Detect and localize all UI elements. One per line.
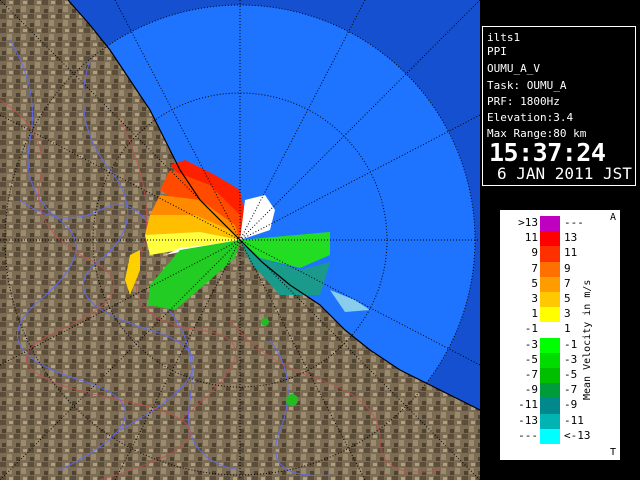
legend-label-right: --- (564, 216, 584, 229)
legend-swatch (540, 383, 560, 399)
legend-swatch (540, 307, 560, 323)
legend-bottom-marker: T (609, 447, 616, 458)
product-name: OUMU_A_V (487, 62, 540, 75)
legend-top-marker: A (609, 212, 616, 223)
legend-label-left: -5 (524, 352, 538, 366)
velocity-legend: >13 --- 11 13 9 11 7 9 5 7 3 5 1 3 -1 1 -3 -1 -5 -3 -7 -5 -9 -7… (500, 210, 620, 460)
legend-title: Mean Velocity in m/s (582, 279, 593, 400)
legend-label-left: >13 (518, 216, 538, 229)
legend-label-right: -1 (564, 337, 578, 351)
legend-label-left: 3 (531, 292, 538, 305)
legend-label-left: 1 (531, 307, 538, 321)
legend-label-left: 11 (524, 231, 538, 245)
legend-swatch (540, 322, 560, 338)
task-name: Task: OUMU_A (487, 79, 567, 92)
radar-map (0, 0, 480, 480)
legend-label-right: 1 (564, 322, 571, 336)
legend-label-right: 9 (564, 261, 571, 275)
radar-ppi-display[interactable] (0, 0, 480, 480)
legend-swatch (540, 216, 560, 232)
legend-label-right: 13 (564, 231, 578, 245)
scan-date: 6 JAN 2011 JST (497, 164, 632, 183)
legend-swatch (540, 413, 560, 430)
legend-label-right: 3 (564, 307, 571, 321)
legend-label-right: 5 (564, 292, 571, 305)
legend-swatch (540, 261, 560, 278)
site-name: ilts1 (487, 31, 521, 44)
legend-label-left: -9 (524, 383, 538, 397)
legend-label-right: -7 (564, 383, 578, 397)
legend-label-left: -7 (524, 368, 538, 381)
legend-label-right: -5 (564, 368, 578, 381)
legend-label-right: 11 (564, 246, 578, 260)
legend-label-left: -13 (518, 413, 538, 427)
prf-value: PRF: 1800Hz (487, 95, 560, 108)
legend-label-left: 7 (531, 261, 538, 275)
info-panel: ilts1 PPI OUMU_A_V Task: OUMU_A PRF: 180… (480, 0, 640, 480)
legend-swatch (540, 352, 560, 369)
elevation-value: Elevation:3.4 (487, 111, 574, 124)
legend-swatch (540, 398, 560, 414)
legend-label-left: -11 (518, 398, 538, 412)
legend-swatch (540, 428, 560, 445)
scan-type: PPI (487, 45, 507, 58)
scan-time: 15:37:24 (489, 138, 606, 167)
legend-label-left: 9 (531, 246, 538, 260)
legend-swatch (540, 276, 560, 293)
legend-swatch (540, 246, 560, 262)
legend-label-right: <-13 (564, 428, 591, 442)
legend-label-right: -9 (564, 398, 578, 412)
legend-swatch (540, 292, 560, 308)
scan-info-box: ilts1 PPI OUMU_A_V Task: OUMU_A PRF: 180… (482, 26, 636, 186)
legend-label-right: -3 (564, 352, 578, 366)
legend-swatch (540, 368, 560, 384)
legend-label-right: -11 (564, 413, 584, 427)
legend-swatch (540, 231, 560, 247)
legend-label-right: 7 (564, 276, 571, 290)
legend-label-left: 5 (531, 276, 538, 290)
legend-label-left: -3 (524, 337, 538, 351)
legend-label-left: -1 (524, 322, 538, 336)
legend-swatch (540, 337, 560, 354)
legend-label-left: --- (518, 428, 538, 442)
